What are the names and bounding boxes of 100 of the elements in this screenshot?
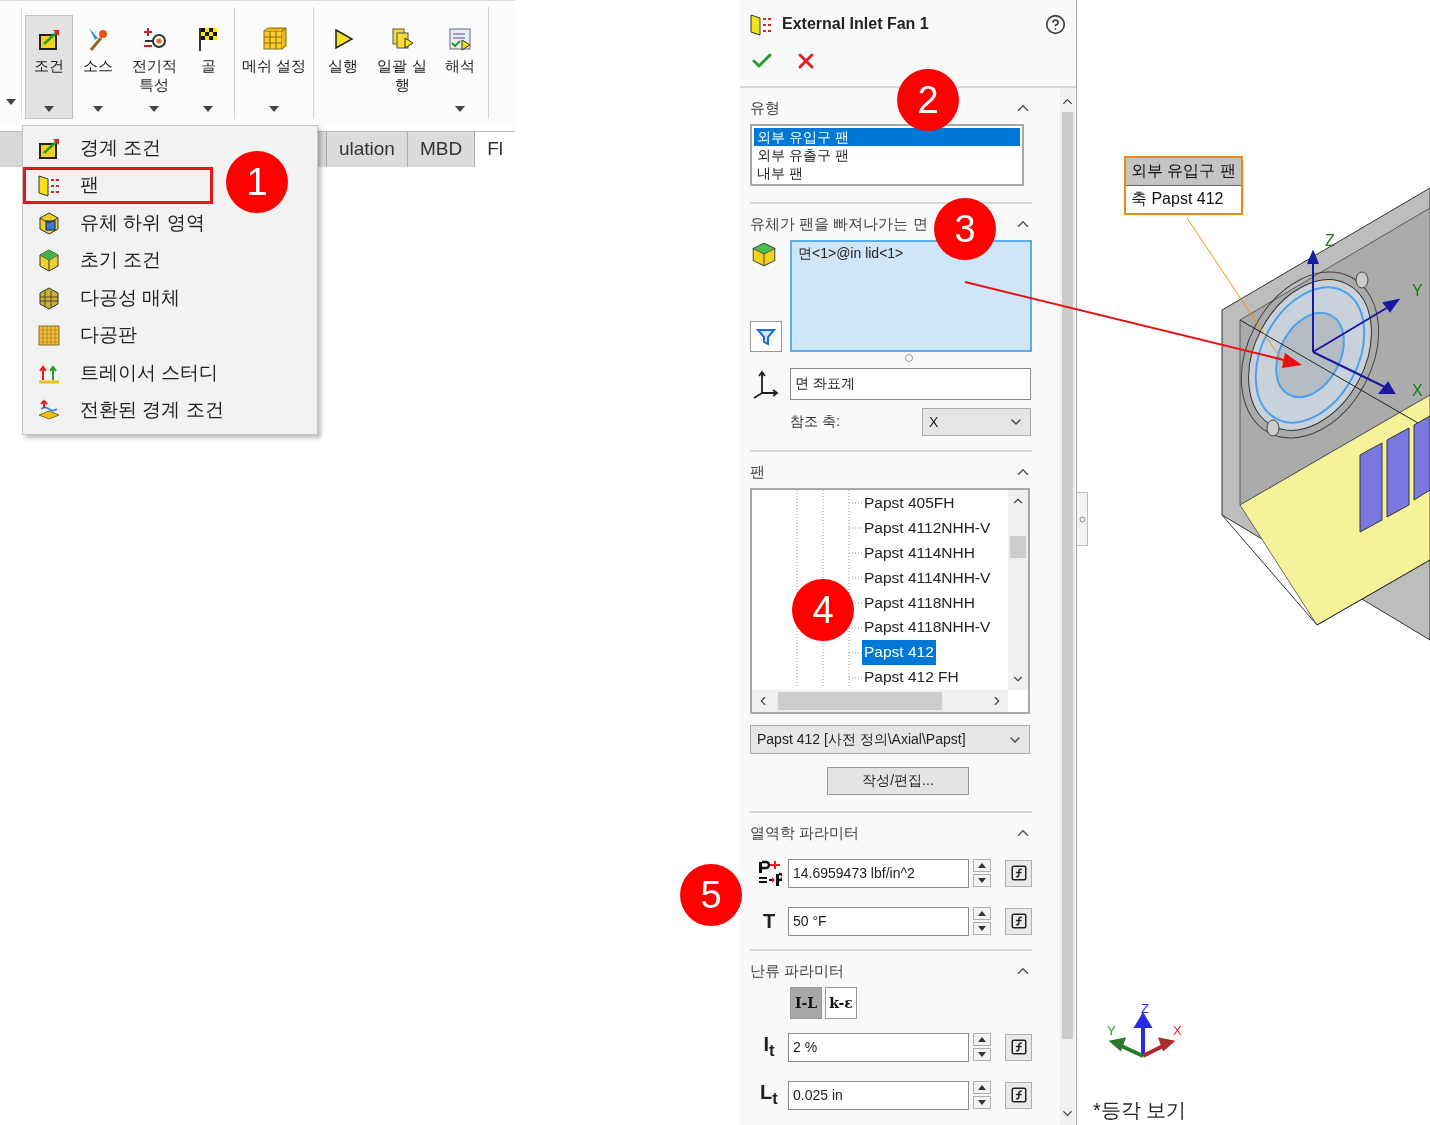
spin-up-button[interactable] [973,859,991,872]
fan-dropdown[interactable]: Papst 412 [사전 정의\Axial\Papst] [750,725,1030,754]
ribbon-button[interactable]: 소스 [73,15,123,119]
value-field[interactable]: 2 % [788,1032,969,1062]
scroll-thumb[interactable] [1010,536,1026,558]
axis-label: X [1412,382,1423,399]
ribbon-tab[interactable]: Fl [474,132,515,167]
up-triangle-icon [978,1085,986,1090]
model-toggle[interactable]: k-ε [825,987,857,1019]
axis-label: Y [1107,1023,1116,1038]
function-button[interactable] [1005,907,1032,935]
value-field[interactable]: 0.025 in [788,1080,969,1110]
checklist-icon [447,26,473,52]
parameter-symbol: L$_{t}$ [760,1081,778,1109]
create-edit-button[interactable]: 작성/편집... [827,767,969,795]
dot-icon [1078,515,1086,523]
ribbon-button[interactable]: 일괄 실행 [369,15,435,119]
tag-text: 축 Papst 412 [1130,189,1225,209]
caret-icon [455,106,465,112]
help-icon [1045,13,1066,35]
section-title: 난류 파라미터 [750,961,845,981]
spin-down-button[interactable] [973,1048,991,1061]
callout-number: 5 [680,864,742,926]
ribbon-button[interactable]: 조건 [25,15,73,119]
spin-down-button[interactable] [973,922,991,935]
down-triangle-icon [978,878,986,883]
ribbon-tab[interactable]: ulation [325,132,407,167]
list-item[interactable]: 외부 유출구 팬 [754,146,1020,164]
axis-dropdown[interactable]: X [922,408,1031,436]
axis-label: Z [1325,232,1335,249]
list-item[interactable]: 내부 팬 [754,164,1020,182]
ribbon-button[interactable]: 메쉬 설정 [238,15,310,119]
section-title: 팬 [750,462,765,482]
panel-arrows-icon [748,11,774,37]
section-title: 열역학 파라미터 [750,823,860,843]
filter-icon [756,326,776,347]
type-listbox[interactable]: 외부 유입구 팬 외부 유출구 팬 내부 팬 [750,124,1024,186]
menu-item[interactable]: 전환된 경계 조건 [23,391,317,429]
tag-title: 외부 유입구 팬 [1126,158,1241,186]
scroll-thumb[interactable] [778,692,942,710]
vertical-scrollbar[interactable] [1008,490,1028,690]
panel-arrows-icon [36,172,62,199]
menu-item[interactable]: 초기 조건 [23,241,317,279]
splitter-handle[interactable] [1077,492,1088,546]
value-field[interactable]: 50 °F [788,906,969,936]
spin-up-button[interactable] [973,1081,991,1094]
help-button[interactable] [1045,13,1066,35]
tree-item[interactable]: Papst 4118NHH-V [862,615,993,641]
ribbon-button[interactable]: 실행 [317,15,369,119]
spin-down-button[interactable] [973,874,991,887]
model-toggle[interactable]: I-L [790,987,822,1019]
coordinate-field[interactable]: 면 좌표계 [790,368,1031,400]
caret-icon [93,106,103,112]
spin-down-button[interactable] [973,1096,991,1109]
down-triangle-icon [978,1052,986,1057]
function-icon [1009,912,1028,930]
caret-icon [44,106,54,112]
cube-icon [750,240,778,268]
section-title: 유체가 팬을 빠져나가는 면 [750,214,928,234]
up-triangle-icon [978,1037,986,1042]
grid-icon [36,322,62,349]
axis-label: X [1173,1023,1182,1038]
view-name: *등각 보기 [1093,1098,1187,1123]
value-field[interactable]: 14.6959473 lbf/in^2 [788,858,969,888]
axis-label: Y [1412,282,1423,299]
tree-item[interactable]: Papst 4112NHH-V [862,515,993,541]
down-triangle-icon [978,926,986,931]
tree-item[interactable]: Papst 405FH [862,491,957,516]
documents-icon [389,26,415,52]
function-button[interactable] [1005,859,1032,887]
grid-icon [261,26,287,52]
ribbon-tab[interactable]: MBD [406,132,475,167]
panel-title: External Inlet Fan 1 [782,15,930,33]
function-icon [1009,1038,1028,1056]
function-icon [1009,1086,1028,1104]
panel-scrollbar[interactable] [1060,88,1075,1125]
horizontal-scrollbar[interactable] [752,690,1008,712]
reference-axis-label: 참조 축: [790,413,840,431]
tree-item[interactable]: Papst 4118NHH [862,590,977,616]
function-button[interactable] [1005,1081,1032,1109]
spin-up-button[interactable] [973,907,991,920]
spin-up-button[interactable] [973,1033,991,1046]
function-button[interactable] [1005,1033,1032,1061]
selected-face: 면<1>@in lid<1> [798,245,905,263]
tree-item[interactable]: Papst 412 [862,640,936,666]
menu-item[interactable]: 다공판 [23,316,317,354]
filter-button[interactable] [750,321,782,352]
tree-item[interactable]: Papst 4114NHH [862,540,977,566]
tree-item[interactable]: Papst 4114NHH-V [862,565,993,591]
scroll-thumb[interactable] [1062,112,1073,1039]
menu-item[interactable]: 트레이서 스터디 [23,354,317,392]
up-triangle-icon [978,911,986,916]
caret-icon [5,99,16,105]
tree-item[interactable]: Papst 412 FH [862,665,961,690]
ribbon-button[interactable]: 해석 [435,15,485,119]
list-item[interactable]: 외부 유입구 팬 [754,128,1020,146]
menu-item[interactable]: 다공성 매체 [23,279,317,317]
menu-item[interactable]: 팬 [23,166,213,204]
ribbon-button[interactable]: 골 [185,15,231,119]
ribbon-button[interactable]: 전기적 특성 [123,15,185,119]
